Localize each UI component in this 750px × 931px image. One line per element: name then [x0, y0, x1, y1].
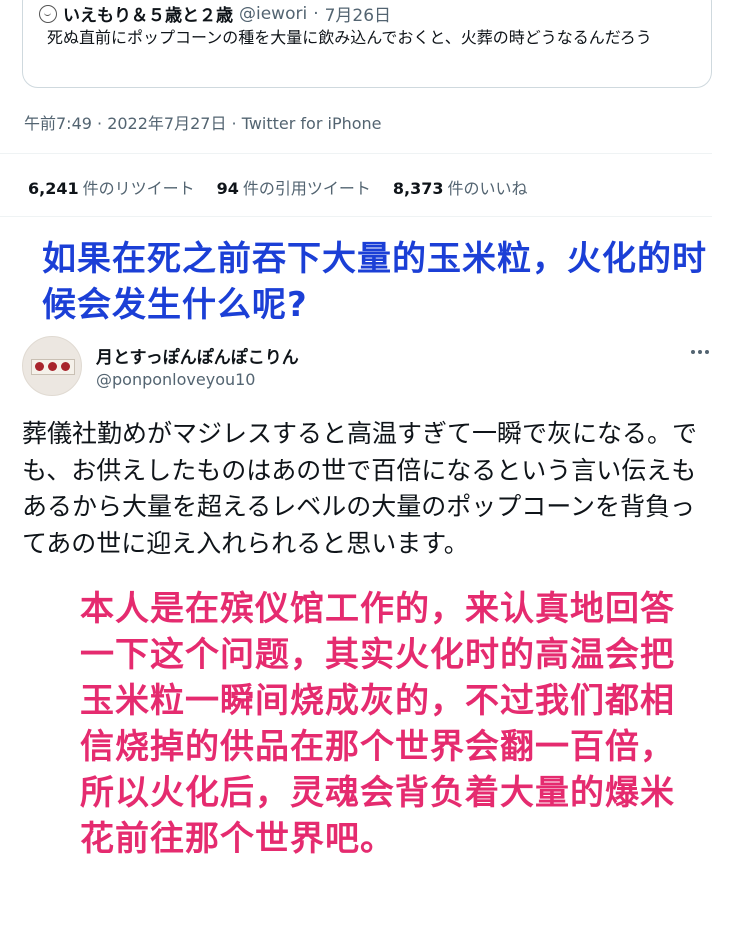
avatar-dot [61, 362, 70, 371]
likes-count: 8,373 [392, 179, 444, 198]
divider [0, 216, 712, 217]
quoted-author-name[interactable]: いえもり＆５歳と２歳 [63, 1, 233, 26]
quotes-label: 件の引用ツイート [242, 179, 371, 198]
likes-stat[interactable]: 8,373 件のいいね [393, 175, 528, 199]
retweets-label: 件のリツイート [82, 179, 195, 198]
quotes-count: 94 [216, 179, 239, 198]
pink-caption: 本人是在殡仪馆工作的，来认真地回答一下这个问题，其实火化时的高温会把玉米粒一瞬间… [80, 589, 675, 859]
divider [0, 153, 712, 154]
tweet-stats: 6,241 件のリツイート 94 件の引用ツイート 8,373 件のいいね [28, 175, 528, 199]
smiley-avatar-icon[interactable] [39, 4, 57, 23]
quoted-date[interactable]: 7月26日 [325, 1, 391, 26]
reply-tweet-text: 葬儀社勤めがマジレスすると高温すぎて一瞬で灰になる。でも、お供えしたものはあの世… [22, 419, 698, 558]
tweet-timestamp[interactable]: 午前7:49 · 2022年7月27日 · Twitter for iPhone [24, 110, 382, 134]
quoted-tweet-header: いえもり＆５歳と２歳 @iewori · 7月26日 [39, 1, 391, 26]
quoted-handle[interactable]: @iewori [239, 4, 307, 24]
blue-caption: 如果在死之前吞下大量的玉米粒，火化的时候会发生什么呢? [42, 239, 707, 325]
more-dots-icon[interactable] [688, 340, 712, 364]
retweets-count: 6,241 [28, 179, 79, 198]
avatar-dot [48, 362, 57, 371]
reply-avatar[interactable] [22, 336, 82, 396]
retweets-stat[interactable]: 6,241 件のリツイート [28, 175, 195, 199]
likes-label: 件のいいね [447, 179, 528, 198]
reply-handle[interactable]: @ponponloveyou10 [96, 370, 255, 389]
quoted-tweet-card[interactable]: いえもり＆５歳と２歳 @iewori · 7月26日 死ぬ直前にポップコーンの種… [22, 0, 712, 88]
reply-author-name[interactable]: 月とすっぽんぽんぽこりん [96, 343, 299, 368]
quoted-separator: · [313, 3, 319, 24]
avatar-dot [35, 362, 44, 371]
quoted-tweet-text: 死ぬ直前にポップコーンの種を大量に飲み込んでおくと、火葬の時どうなるんだろう [47, 28, 652, 47]
quotes-stat[interactable]: 94 件の引用ツイート [217, 175, 371, 199]
